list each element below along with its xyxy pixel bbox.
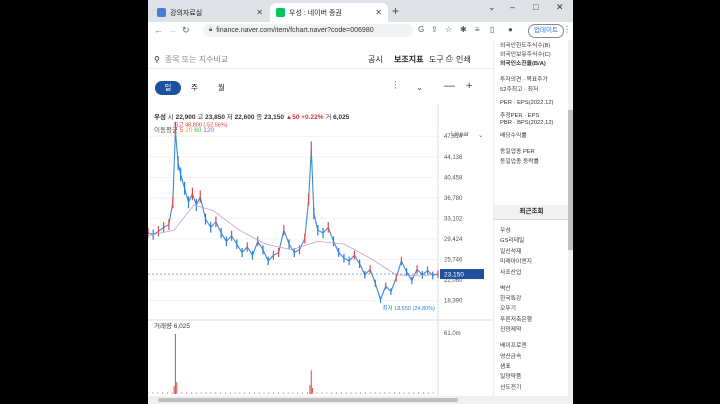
zoom-out-icon[interactable]: —: [444, 80, 455, 92]
back-icon[interactable]: ←: [154, 25, 163, 35]
price-series-line: [148, 130, 439, 302]
minimize-button[interactable]: –: [510, 2, 515, 12]
menu-indicators[interactable]: 보조지표: [394, 54, 423, 65]
recent-stock-item[interactable]: 일신석재: [500, 246, 521, 255]
recent-stock-item[interactable]: 선도전기: [500, 382, 521, 391]
print-icon[interactable]: ⎙: [446, 54, 452, 64]
maximize-button[interactable]: □: [533, 2, 538, 12]
recent-stock-item[interactable]: 일양약품: [500, 371, 521, 380]
period-week-button[interactable]: 주: [191, 81, 198, 95]
sidebar-metric-item[interactable]: 동일업종 등락률: [500, 156, 539, 165]
sidebar-metric-item[interactable]: 52주최고 · 최저: [500, 84, 538, 93]
recent-stock-item[interactable]: 벽산: [500, 283, 511, 292]
tab-naver-finance[interactable]: 우성 : 네이버 증권 ✕: [270, 3, 388, 22]
y-tick-label: 47,814: [444, 134, 463, 140]
y-tick-label: 33,102: [444, 216, 463, 222]
sidepanel-icon[interactable]: ▯: [490, 25, 494, 34]
tab-bar: 강의자료실 ✕ 우성 : 네이버 증권 ✕ + ⌄ – □ ✕: [148, 0, 573, 22]
forward-icon[interactable]: →: [168, 25, 177, 35]
sidebar-metric-item[interactable]: 투자의견 · 목표주가: [500, 74, 548, 83]
candle-type-icon[interactable]: ⫶: [394, 80, 397, 93]
search-icon: ⚲: [154, 55, 160, 64]
ma120-line: [148, 204, 439, 277]
menu-disclosure[interactable]: 공시: [368, 54, 383, 65]
y-tick-label: 40,458: [444, 175, 463, 181]
recent-stock-item[interactable]: 샘표: [500, 361, 511, 370]
search-input[interactable]: 종목 또는 지수비교: [165, 54, 228, 65]
menu-print[interactable]: 인쇄: [456, 54, 471, 65]
close-tab-icon[interactable]: ✕: [375, 8, 382, 17]
last-price-label: 23,150: [444, 272, 464, 279]
lock-icon: 🔒︎: [209, 27, 213, 33]
y-tick-label: 18,390: [444, 299, 463, 305]
sidebar-info-item: 외국인보유주식수(C): [500, 52, 551, 58]
recent-stock-item[interactable]: 우성: [500, 225, 511, 234]
max-annotation: 최고 48,800 (-52.56%): [173, 121, 227, 129]
compare-search[interactable]: ⚲ 종목 또는 지수비교: [154, 54, 228, 65]
y-tick-label: 44,136: [444, 155, 463, 161]
more-menu-icon[interactable]: ⋮: [563, 25, 571, 34]
share-icon[interactable]: ⇪: [431, 25, 438, 34]
zoom-in-icon[interactable]: +: [466, 80, 472, 92]
y-tick-label: 36,780: [444, 196, 463, 202]
price-chart[interactable]: 18,39022,06025,74629,42433,10236,78040,4…: [148, 104, 493, 404]
scrollbar-thumb[interactable]: [568, 110, 573, 250]
bookmark-star-icon[interactable]: ☆: [445, 25, 452, 34]
sidebar-metric-item[interactable]: 배당수익률: [500, 130, 527, 139]
period-month-button[interactable]: 월: [218, 81, 225, 95]
volume-y-tick-label: 61.0m: [444, 331, 461, 337]
recent-stock-item[interactable]: 베이프로젠: [500, 340, 527, 349]
recent-stock-item[interactable]: 한국특강: [500, 293, 521, 302]
reload-icon[interactable]: ↻: [182, 25, 190, 36]
sidebar-info-item: 외국인한도주식수(B): [500, 43, 551, 49]
recent-stock-item[interactable]: GS리테일: [500, 235, 524, 244]
recent-stock-item[interactable]: 사조산업: [500, 267, 521, 276]
browser-window: 강의자료실 ✕ 우성 : 네이버 증권 ✕ + ⌄ – □ ✕ ← → ↻ 🔒︎…: [148, 0, 573, 404]
recent-view-title: 최근조회: [494, 205, 569, 220]
google-icon[interactable]: G: [418, 25, 424, 34]
chart-toolbar: ⚲ 종목 또는 지수비교 공시 보조지표 도구 ⎙ 인쇄: [148, 50, 493, 69]
sidebar-metric-item[interactable]: PBR · BPS(2022.12): [500, 120, 554, 126]
y-tick-label: 25,746: [444, 258, 463, 264]
tab-favicon-icon: [276, 8, 285, 17]
horizontal-scrollbar[interactable]: [148, 396, 573, 404]
update-button[interactable]: 업데이트: [528, 24, 564, 38]
tab-title: 우성 : 네이버 증권: [289, 9, 342, 17]
tab-title: 강의자료실: [170, 9, 203, 17]
chart-area: ⚲ 종목 또는 지수비교 공시 보조지표 도구 ⎙ 인쇄 일 주 월 ⫶ ⌄ —…: [148, 40, 493, 404]
right-sidebar: 최근조회 외국인한도주식수(B) 외국인보유주식수(C) 외국인소진율(B/A) 투자…: [493, 40, 573, 404]
recent-stock-item[interactable]: 영신금속: [500, 351, 521, 360]
url-text: finance.naver.com/item/fchart.naver?code…: [216, 27, 374, 34]
close-tab-icon[interactable]: ✕: [256, 8, 263, 17]
volume-panel-label: 거래량 6,025: [154, 321, 190, 330]
tab-favicon-icon: [157, 8, 166, 17]
recent-stock-item[interactable]: 오뚜기: [500, 303, 516, 312]
chevron-down-icon[interactable]: ⌄: [416, 83, 423, 92]
sidebar-metric-item[interactable]: 동일업종 PER: [500, 146, 535, 155]
new-tab-button[interactable]: +: [392, 4, 399, 18]
recent-stock-item[interactable]: 미래아이엔지: [500, 256, 532, 265]
extensions-icon[interactable]: ✱: [460, 25, 467, 34]
recent-stock-item[interactable]: 푸른저축은행: [500, 314, 532, 323]
profile-avatar-icon[interactable]: ●: [508, 25, 513, 34]
vertical-scrollbar[interactable]: [568, 40, 573, 404]
scrollbar-thumb[interactable]: [158, 398, 458, 402]
sidebar-info-item: 외국인소진율(B/A): [500, 61, 546, 67]
recent-stock-item[interactable]: 진양제약: [500, 324, 521, 333]
period-day-button[interactable]: 일: [155, 81, 181, 95]
min-annotation: 최저 18,550 (24.80%): [383, 304, 435, 312]
tab-lecture-room[interactable]: 강의자료실 ✕: [151, 3, 269, 22]
y-tick-label: 29,424: [444, 237, 463, 243]
url-input[interactable]: 🔒︎ finance.naver.com/item/fchart.naver?c…: [203, 24, 413, 37]
sidebar-metric-item[interactable]: PER · EPS(2022.12): [500, 100, 554, 106]
tab-search-icon[interactable]: ⌄: [488, 2, 496, 13]
close-window-button[interactable]: ✕: [556, 2, 564, 13]
reading-list-icon[interactable]: ≡: [475, 25, 480, 34]
sidebar-metric-item[interactable]: 추정PER · EPS: [500, 110, 539, 119]
menu-tools[interactable]: 도구: [429, 54, 444, 65]
address-bar-row: ← → ↻ 🔒︎ finance.naver.com/item/fchart.n…: [148, 22, 573, 41]
